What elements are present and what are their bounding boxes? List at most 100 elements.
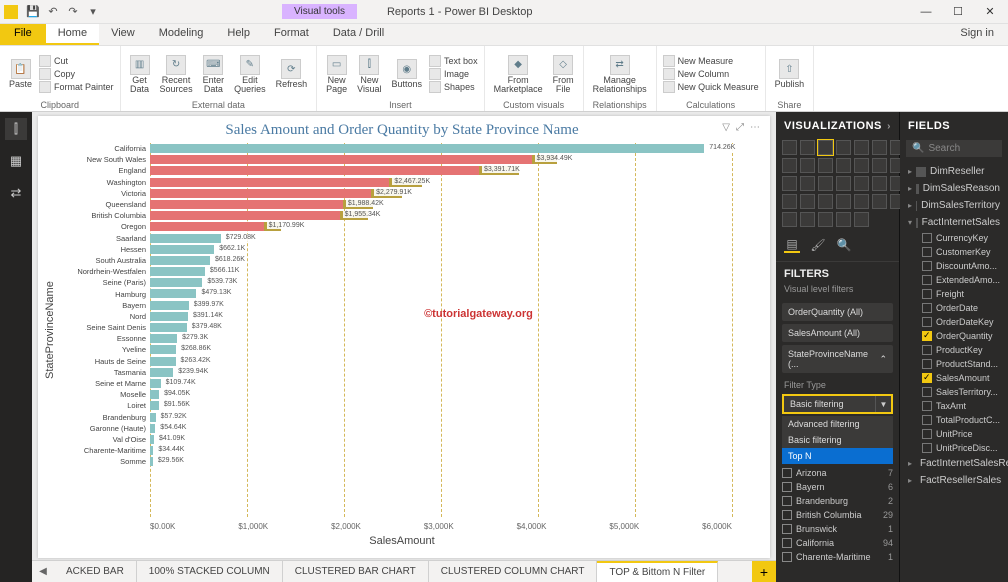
page-tab[interactable]: TOP & Bittom N Filter	[597, 561, 718, 582]
viz-type-button[interactable]	[836, 194, 851, 209]
filter-type-option[interactable]: Basic filtering	[782, 432, 893, 448]
page-tab[interactable]: ACKED BAR	[54, 561, 137, 582]
qat-more[interactable]: ▾	[84, 3, 102, 21]
field-item[interactable]: ProductKey	[914, 343, 1008, 357]
maximize-button[interactable]: ☐	[944, 2, 972, 22]
viz-type-button[interactable]	[872, 158, 887, 173]
field-table[interactable]: ▸DimReseller	[900, 163, 1008, 180]
report-canvas[interactable]: ▽⤢⋯ Sales Amount and Order Quantity by S…	[32, 112, 776, 582]
report-view-button[interactable]: ⫿	[5, 118, 27, 140]
filter-value-item[interactable]: Bayern6	[782, 480, 893, 494]
filter-pill[interactable]: OrderQuantity (All)	[782, 303, 893, 321]
viz-type-button[interactable]	[854, 158, 869, 173]
field-item[interactable]: SalesAmount	[914, 371, 1008, 385]
viz-type-button[interactable]	[800, 194, 815, 209]
buttons-button[interactable]: ◉Buttons	[389, 58, 426, 90]
minimize-button[interactable]: —	[912, 2, 940, 22]
field-item[interactable]: SalesTerritory...	[914, 385, 1008, 399]
publish-button[interactable]: ⇧Publish	[772, 58, 808, 90]
viz-type-button[interactable]	[782, 140, 797, 155]
copy-button[interactable]: Copy	[39, 68, 114, 80]
viz-type-button[interactable]	[854, 140, 869, 155]
tab-datadrill[interactable]: Data / Drill	[321, 24, 396, 45]
viz-type-button[interactable]	[818, 140, 833, 155]
viz-type-button[interactable]	[872, 194, 887, 209]
viz-type-button[interactable]	[818, 194, 833, 209]
page-tab[interactable]: CLUSTERED COLUMN CHART	[429, 561, 598, 582]
field-item[interactable]: UnitPrice	[914, 427, 1008, 441]
image-button[interactable]: Image	[429, 68, 478, 80]
field-item[interactable]: CustomerKey	[914, 245, 1008, 259]
filter-value-item[interactable]: British Columbia29	[782, 508, 893, 522]
chevron-down-icon[interactable]: ▼	[875, 396, 891, 412]
format-tab[interactable]: 🖌	[810, 237, 826, 253]
viz-type-button[interactable]	[782, 194, 797, 209]
field-item[interactable]: DiscountAmo...	[914, 259, 1008, 273]
viz-type-button[interactable]	[836, 176, 851, 191]
new-quick-measure-button[interactable]: New Quick Measure	[663, 81, 759, 93]
field-item[interactable]: OrderQuantity	[914, 329, 1008, 343]
signin-link[interactable]: Sign in	[946, 24, 1008, 45]
tab-file[interactable]: File	[0, 24, 46, 45]
new-page-button[interactable]: ▭New Page	[323, 54, 350, 95]
viz-type-button[interactable]	[782, 176, 797, 191]
more-icon[interactable]: ⋯	[750, 122, 760, 133]
filter-value-item[interactable]: Arizona7	[782, 466, 893, 480]
undo-button[interactable]: ↶	[44, 3, 62, 21]
field-item[interactable]: CurrencyKey	[914, 231, 1008, 245]
new-column-button[interactable]: New Column	[663, 68, 759, 80]
field-item[interactable]: UnitPriceDisc...	[914, 441, 1008, 455]
viz-type-button[interactable]	[854, 212, 869, 227]
viz-type-button[interactable]	[818, 176, 833, 191]
collapse-viz-pane[interactable]: ›	[887, 121, 891, 132]
recent-sources-button[interactable]: ↻Recent Sources	[157, 54, 196, 95]
filter-value-item[interactable]: Charente-Maritime1	[782, 550, 893, 564]
field-item[interactable]: OrderDate	[914, 301, 1008, 315]
fields-search[interactable]: 🔍Search	[906, 140, 1002, 157]
shapes-button[interactable]: Shapes	[429, 81, 478, 93]
viz-type-button[interactable]	[818, 212, 833, 227]
field-table[interactable]: ▾FactInternetSales	[900, 214, 1008, 231]
cut-button[interactable]: Cut	[39, 55, 114, 67]
refresh-button[interactable]: ⟳Refresh	[273, 58, 311, 90]
filter-type-dropdown[interactable]: Basic filtering ▼	[782, 394, 893, 414]
viz-type-button[interactable]	[836, 212, 851, 227]
viz-type-button[interactable]	[800, 212, 815, 227]
tab-scroll-left[interactable]: ◀	[32, 561, 54, 582]
filter-value-item[interactable]: California94	[782, 536, 893, 550]
format-painter-button[interactable]: Format Painter	[39, 81, 114, 93]
field-table[interactable]: ▸DimSalesReason	[900, 180, 1008, 197]
edit-queries-button[interactable]: ✎Edit Queries	[231, 54, 269, 95]
tab-format[interactable]: Format	[262, 24, 321, 45]
tab-view[interactable]: View	[99, 24, 147, 45]
tab-home[interactable]: Home	[46, 24, 99, 45]
manage-relationships-button[interactable]: ⇄Manage Relationships	[590, 54, 650, 95]
field-item[interactable]: ProductStand...	[914, 357, 1008, 371]
model-view-button[interactable]: ⇄	[5, 182, 27, 204]
focus-icon[interactable]: ⤢	[736, 122, 744, 133]
viz-type-button[interactable]	[854, 176, 869, 191]
field-item[interactable]: TotalProductC...	[914, 413, 1008, 427]
field-item[interactable]: Freight	[914, 287, 1008, 301]
from-file-button[interactable]: ◇From File	[550, 54, 577, 95]
field-item[interactable]: TaxAmt	[914, 399, 1008, 413]
paste-button[interactable]: 📋Paste	[6, 58, 35, 90]
field-table[interactable]: ▸FactInternetSalesRe...	[900, 455, 1008, 472]
save-button[interactable]: 💾	[24, 3, 42, 21]
filter-pill[interactable]: StateProvinceName (...⌃	[782, 345, 893, 373]
viz-type-button[interactable]	[872, 140, 887, 155]
fields-well-tab[interactable]: ▤	[784, 237, 800, 253]
page-tab[interactable]: CLUSTERED BAR CHART	[283, 561, 429, 582]
viz-type-button[interactable]	[854, 194, 869, 209]
filter-icon[interactable]: ▽	[722, 122, 730, 133]
page-tab[interactable]: 100% STACKED COLUMN	[137, 561, 283, 582]
tab-help[interactable]: Help	[215, 24, 262, 45]
get-data-button[interactable]: ▥Get Data	[127, 54, 153, 95]
textbox-button[interactable]: Text box	[429, 55, 478, 67]
viz-type-button[interactable]	[782, 158, 797, 173]
filter-type-option[interactable]: Advanced filtering	[782, 416, 893, 432]
viz-type-button[interactable]	[872, 176, 887, 191]
redo-button[interactable]: ↷	[64, 3, 82, 21]
viz-type-button[interactable]	[836, 158, 851, 173]
add-page-button[interactable]: +	[752, 561, 776, 582]
